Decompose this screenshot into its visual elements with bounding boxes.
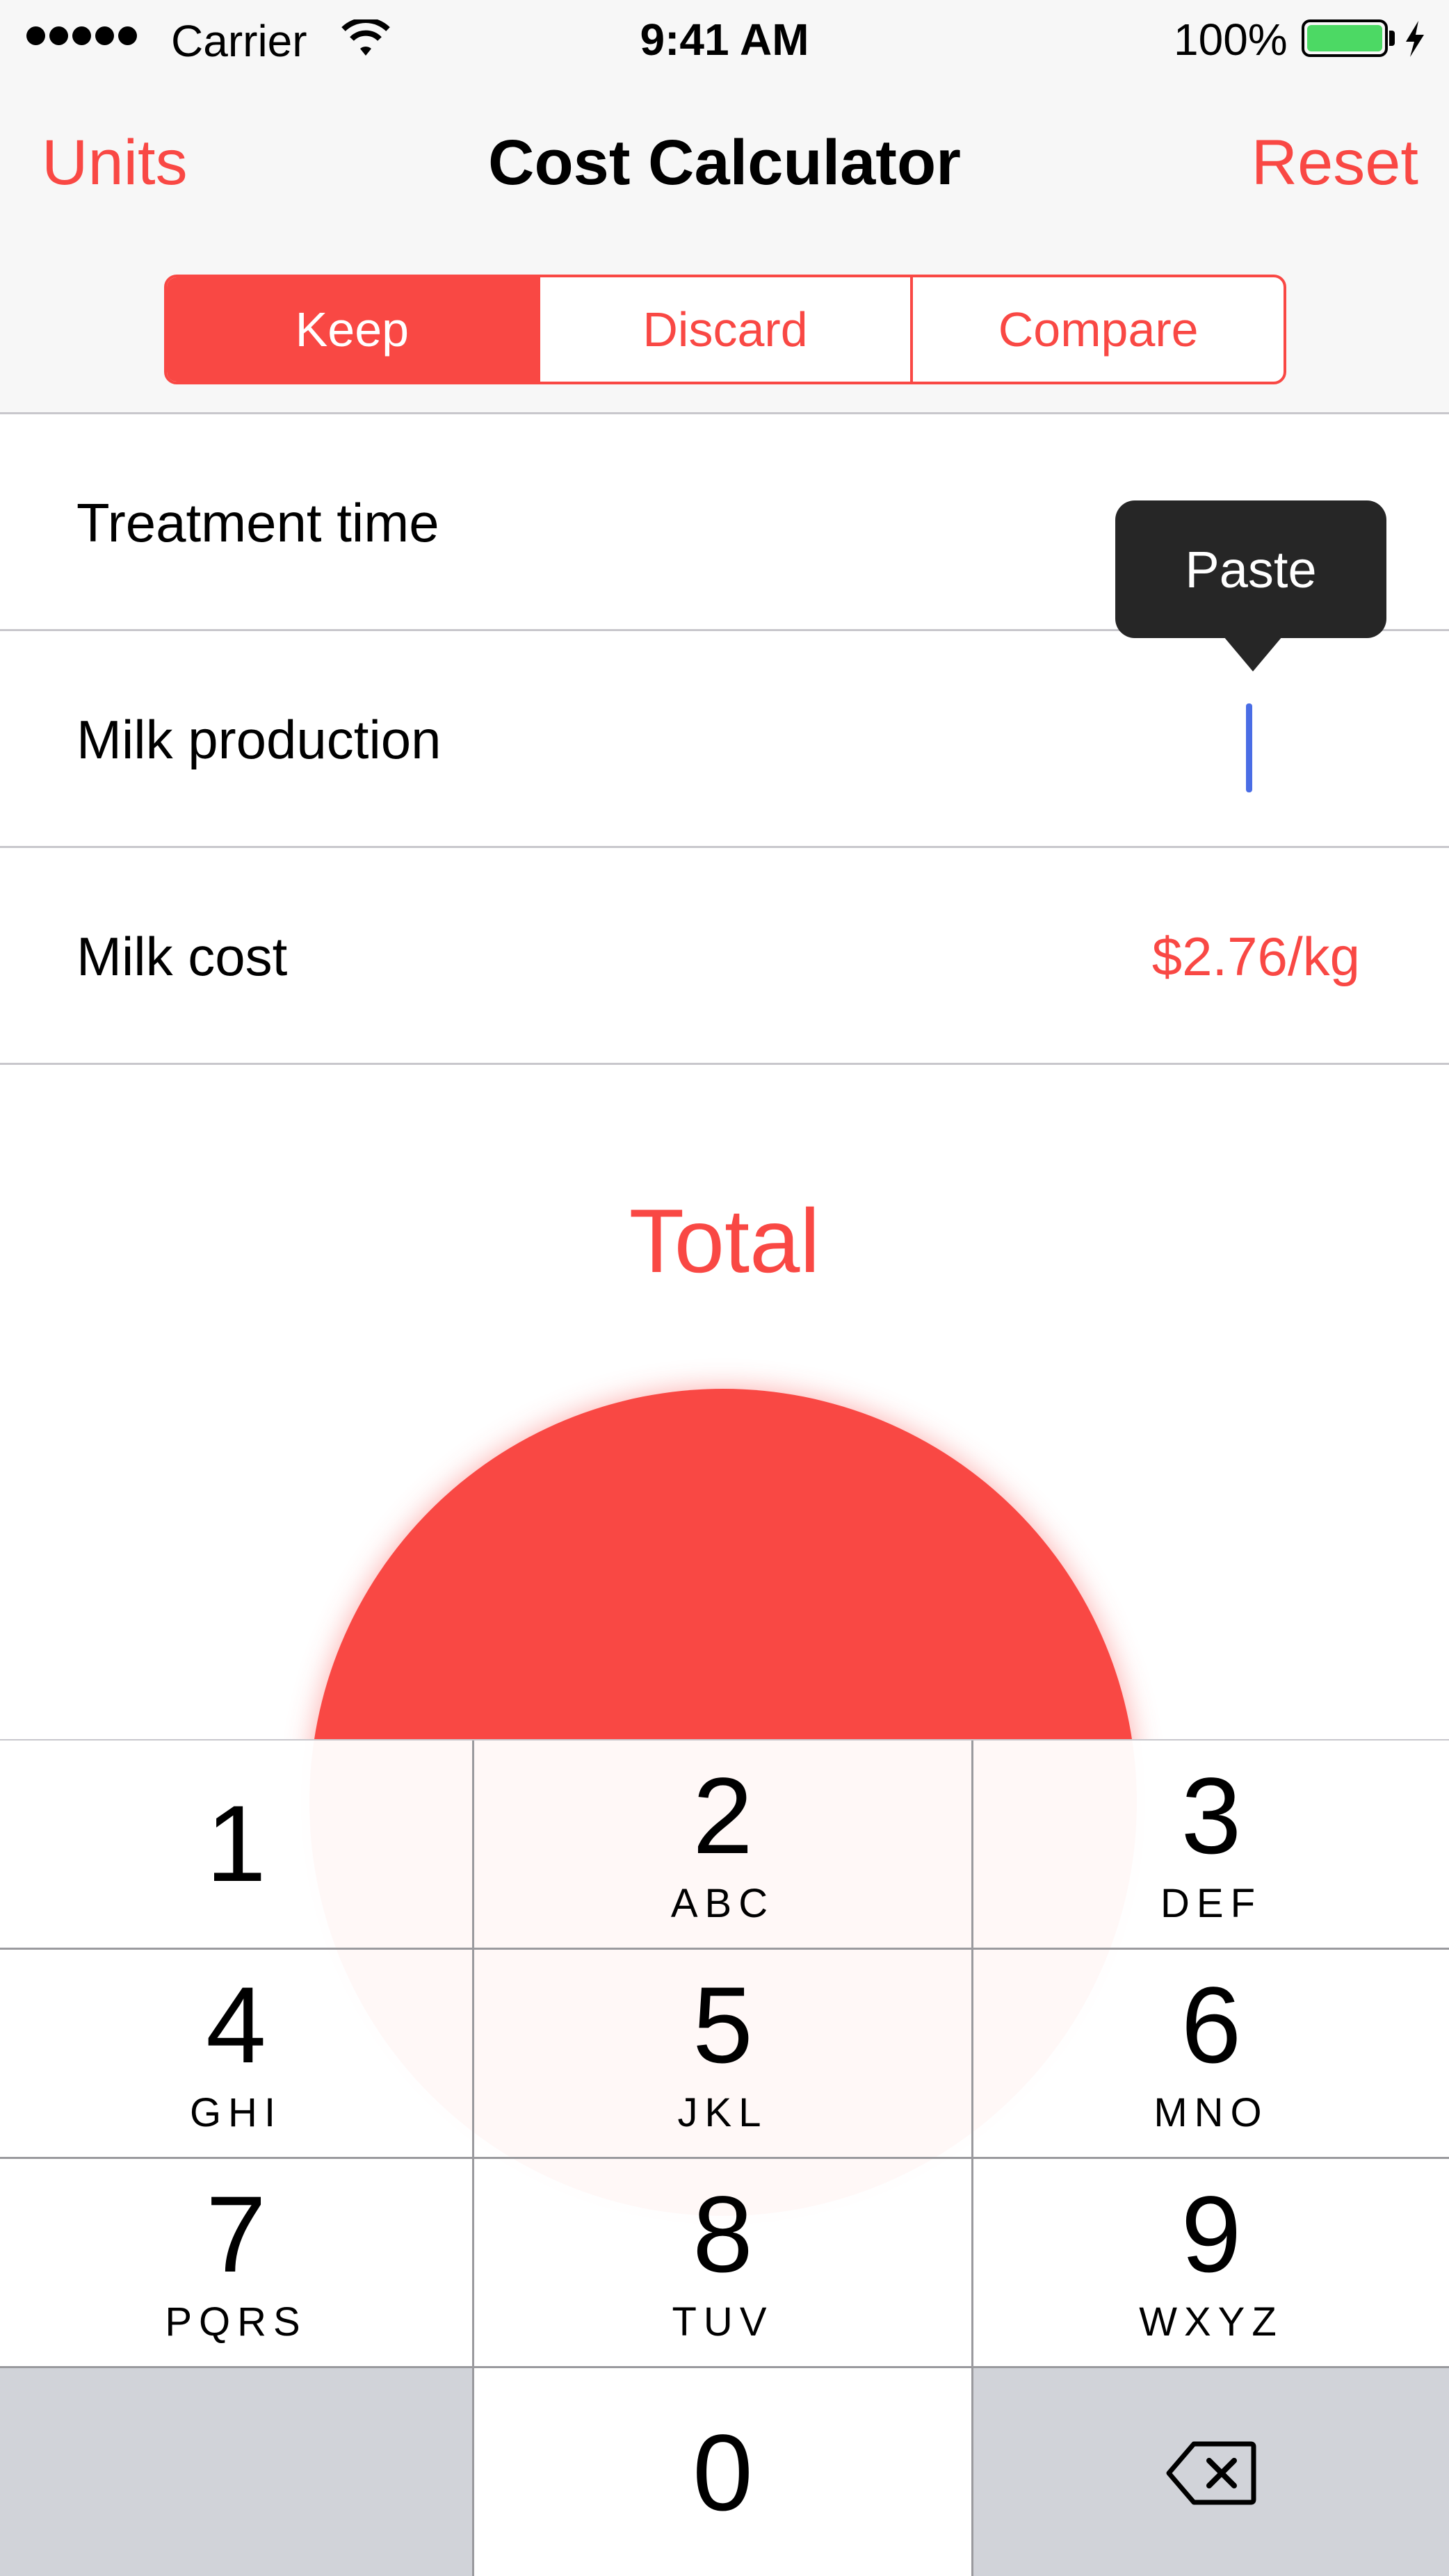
page-title: Cost Calculator xyxy=(488,127,961,198)
key-7-letters: PQRS xyxy=(165,2299,307,2345)
battery-percent: 100% xyxy=(1174,15,1288,65)
battery-icon xyxy=(1302,19,1388,57)
key-6-number: 6 xyxy=(1181,1964,1242,2086)
text-cursor xyxy=(1246,703,1252,792)
key-3[interactable]: 3 DEF xyxy=(973,1741,1449,1950)
mode-segmented-control: Keep Discard Compare xyxy=(164,275,1286,384)
key-4-number: 4 xyxy=(206,1964,266,2086)
key-9-letters: WXYZ xyxy=(1139,2299,1284,2345)
key-4-letters: GHI xyxy=(189,2089,283,2135)
numeric-keypad: 1 2 ABC 3 DEF 4 GHI 5 JKL 6 MNO 7 PQRS 8… xyxy=(0,1739,1449,2576)
key-2[interactable]: 2 ABC xyxy=(474,1741,973,1950)
battery-tip xyxy=(1389,31,1395,46)
key-4[interactable]: 4 GHI xyxy=(0,1950,474,2159)
segment-keep[interactable]: Keep xyxy=(167,277,537,382)
key-8-number: 8 xyxy=(693,2174,753,2295)
key-6-letters: MNO xyxy=(1153,2089,1269,2135)
navigation-bar: Units Cost Calculator Reset Keep Discard… xyxy=(0,76,1449,414)
charging-bolt-icon xyxy=(1406,21,1424,57)
key-blank xyxy=(0,2368,474,2576)
milk-cost-label: Milk cost xyxy=(76,925,288,987)
app-screen: Carrier 9:41 AM 100% Units Cost Calculat… xyxy=(0,0,1449,2576)
key-1-number: 1 xyxy=(206,1784,266,1905)
paste-menu-button[interactable]: Paste xyxy=(1115,500,1386,638)
treatment-time-label: Treatment time xyxy=(76,491,439,553)
key-1[interactable]: 1 xyxy=(0,1741,474,1950)
key-2-number: 2 xyxy=(693,1755,753,1877)
key-7-number: 7 xyxy=(206,2174,266,2295)
total-label: Total xyxy=(629,1190,820,1291)
key-3-letters: DEF xyxy=(1160,1880,1262,1926)
key-2-letters: ABC xyxy=(670,1880,775,1926)
key-6[interactable]: 6 MNO xyxy=(973,1950,1449,2159)
key-0-number: 0 xyxy=(693,2412,753,2534)
paste-menu-arrow xyxy=(1224,637,1282,671)
key-5[interactable]: 5 JKL xyxy=(474,1950,973,2159)
key-0[interactable]: 0 xyxy=(474,2368,973,2576)
key-9-number: 9 xyxy=(1181,2174,1242,2295)
milk-production-label: Milk production xyxy=(76,708,442,770)
segment-compare[interactable]: Compare xyxy=(910,277,1284,382)
delete-key[interactable] xyxy=(973,2368,1449,2576)
key-5-letters: JKL xyxy=(677,2089,768,2135)
segment-discard[interactable]: Discard xyxy=(537,277,911,382)
key-8[interactable]: 8 TUV xyxy=(474,2159,973,2368)
key-9[interactable]: 9 WXYZ xyxy=(973,2159,1449,2368)
key-8-letters: TUV xyxy=(672,2299,774,2345)
milk-cost-value[interactable]: $2.76/kg xyxy=(1152,848,1360,1065)
status-bar: Carrier 9:41 AM 100% xyxy=(0,0,1449,76)
delete-backspace-icon xyxy=(1166,2441,1256,2504)
key-7[interactable]: 7 PQRS xyxy=(0,2159,474,2368)
key-3-number: 3 xyxy=(1181,1755,1242,1877)
key-5-number: 5 xyxy=(693,1964,753,2086)
milk-cost-row[interactable]: Milk cost $2.76/kg xyxy=(0,848,1449,1065)
reset-button[interactable]: Reset xyxy=(1252,127,1418,199)
